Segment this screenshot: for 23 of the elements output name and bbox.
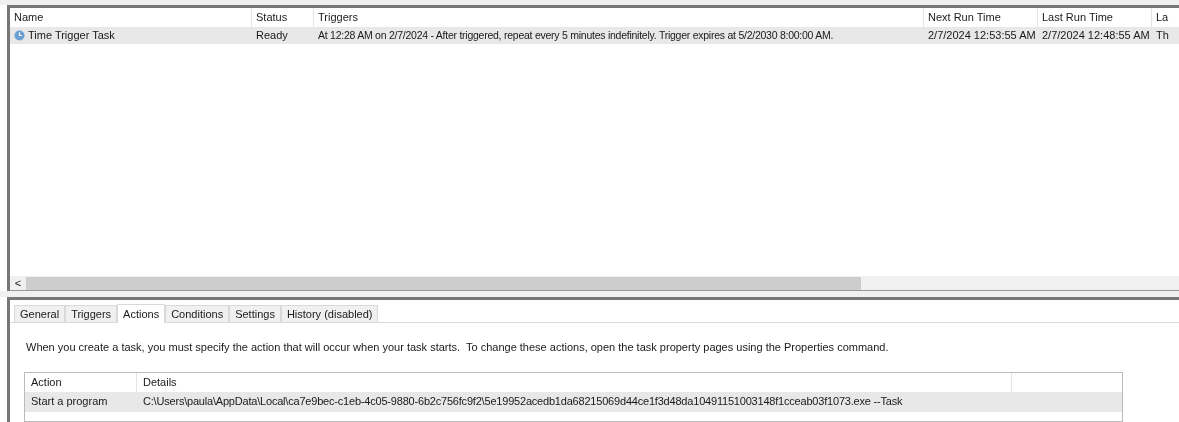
horizontal-scrollbar[interactable]: < — [10, 276, 1179, 291]
tab[interactable]: Triggers — [65, 305, 118, 322]
tab[interactable]: Settings — [229, 305, 281, 322]
table-cell-text: 2/7/2024 12:53:55 AM — [927, 28, 1037, 44]
column-header[interactable]: Details — [137, 372, 1012, 392]
actions-description: When you create a task, you must specify the action that will occur when your task starts. To change these actions, open the task property pages using the Properties command. — [25, 340, 890, 355]
tab[interactable]: General — [14, 305, 66, 322]
table-cell-text: C:\Users\paula\AppData\Local\ca7e9bec-c1eb-4c05-9880-6b2c756fc9f2\5e19952acedb1da68215069d44ce1f3d48da10491151003148f1cceab03f1073.exe --Task — [142, 394, 904, 410]
table-cell-text: Ready — [255, 28, 289, 44]
table-cell-text: 2/7/2024 12:48:55 AM — [1041, 28, 1151, 44]
tab[interactable]: Actions — [117, 304, 166, 323]
table-cell-text: At 12:28 AM on 2/7/2024 - After triggered, repeat every 5 minutes indefinitely. Trigger expires at 5/2/2030 8:00:00 AM. — [317, 27, 835, 43]
table-cell-text: Time Trigger Task — [28, 28, 115, 44]
tab[interactable]: Conditions — [165, 305, 230, 322]
tab[interactable]: History (disabled) — [280, 305, 379, 322]
scroll-left-button[interactable]: < — [10, 274, 26, 292]
column-header[interactable]: Action — [25, 372, 137, 392]
action-row[interactable]: Start a program C:\Users\paula\AppData\Local\ca7e9bec-c1eb-4c05-9880-6b2c756fc9f2\5e19952acedb1da68215069d44ce1f3d48da10491151003148f1cceab03f1073.exe --Task — [25, 391, 1122, 412]
clock-icon — [14, 30, 25, 41]
table-cell-text: Start a program — [30, 394, 109, 410]
table-cell-text: Th — [1155, 28, 1170, 44]
task-row[interactable]: Time Trigger Task Ready At 12:28 AM on 2/7/2024 - After triggered, repeat every 5 minutes indefinitely. Trigger expires at 5/2/2030 8:00:00 AM. 2/7/2024 12:53:55 AM 2/7/2024 12:48:55 AM Th — [10, 27, 1179, 44]
scrollbar-thumb[interactable] — [26, 276, 861, 290]
